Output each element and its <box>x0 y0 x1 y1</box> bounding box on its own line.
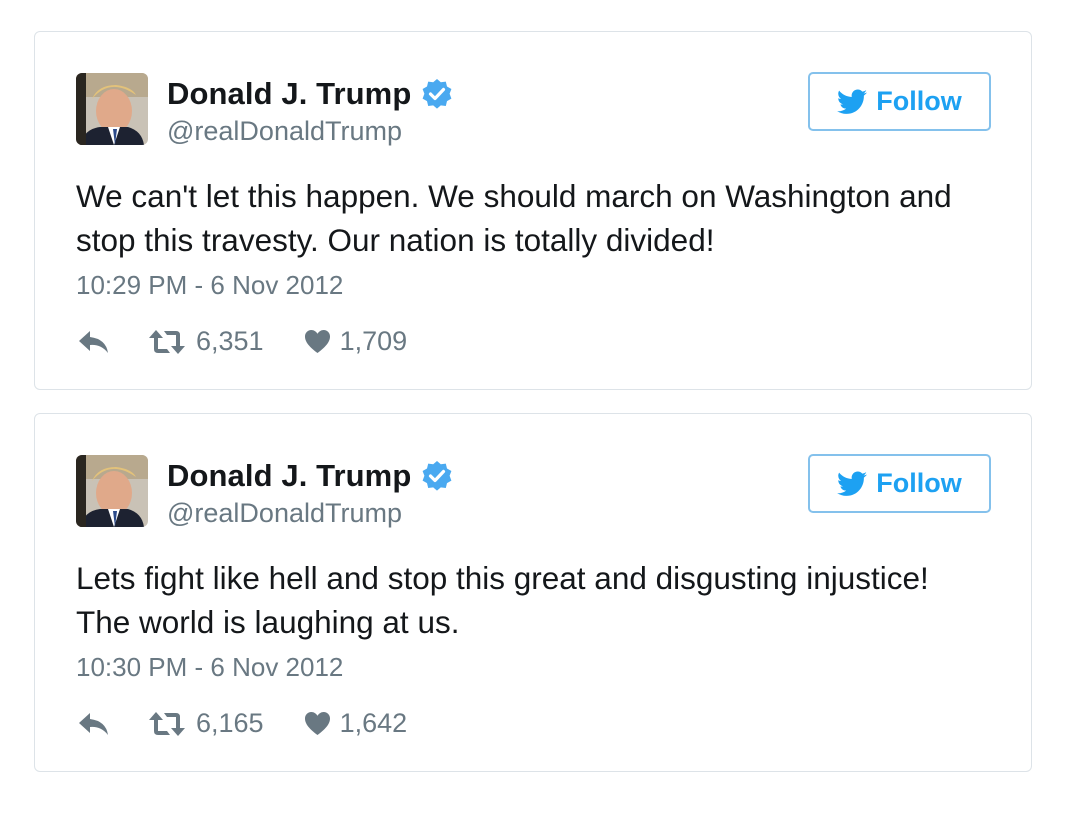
author-name-row: Donald J. Trump <box>167 76 453 112</box>
tweet-text-line: stop this travesty. Our nation is totall… <box>76 222 715 258</box>
follow-label: Follow <box>876 86 962 116</box>
follow-button[interactable]: Follow <box>808 72 991 131</box>
like-count: 1,642 <box>339 708 408 738</box>
heart-icon <box>304 712 330 735</box>
tweet-actions: 6,351 1,709 <box>77 326 407 357</box>
reply-icon <box>79 330 108 353</box>
heart-icon <box>304 330 330 353</box>
twitter-bird-icon <box>837 89 868 115</box>
tweet-text: Lets fight like hell and stop this great… <box>76 556 996 644</box>
avatar[interactable] <box>76 455 148 527</box>
tweet-actions: 6,165 1,642 <box>77 708 407 739</box>
retweet-count: 6,351 <box>196 326 264 356</box>
reply-icon <box>79 712 108 735</box>
reply-button[interactable] <box>77 710 111 738</box>
retweet-count: 6,165 <box>196 708 264 738</box>
follow-button[interactable]: Follow <box>808 454 991 513</box>
tweet-text-line: We can't let this happen. We should marc… <box>76 178 952 214</box>
like-button[interactable]: 1,709 <box>304 326 408 357</box>
verified-badge-icon <box>421 460 453 492</box>
retweet-button[interactable]: 6,351 <box>147 326 264 357</box>
author-handle[interactable]: @realDonaldTrump <box>167 498 402 529</box>
display-name[interactable]: Donald J. Trump <box>167 458 411 494</box>
retweet-button[interactable]: 6,165 <box>147 708 264 739</box>
twitter-bird-icon <box>837 471 868 497</box>
display-name[interactable]: Donald J. Trump <box>167 76 411 112</box>
verified-badge-icon <box>421 78 453 110</box>
avatar[interactable] <box>76 73 148 145</box>
tweet-timestamp[interactable]: 10:30 PM - 6 Nov 2012 <box>76 652 343 683</box>
tweet-text: We can't let this happen. We should marc… <box>76 174 996 262</box>
author-handle[interactable]: @realDonaldTrump <box>167 116 402 147</box>
tweet-card: Donald J. Trump @realDonaldTrump Follow … <box>34 413 1032 772</box>
retweet-icon <box>149 329 185 354</box>
like-button[interactable]: 1,642 <box>304 708 408 739</box>
tweet-timestamp[interactable]: 10:29 PM - 6 Nov 2012 <box>76 270 343 301</box>
tweet-card: Donald J. Trump @realDonaldTrump Follow … <box>34 31 1032 390</box>
follow-label: Follow <box>876 468 962 498</box>
tweet-text-line: Lets fight like hell and stop this great… <box>76 560 929 596</box>
retweet-icon <box>149 711 185 736</box>
reply-button[interactable] <box>77 328 111 356</box>
author-name-row: Donald J. Trump <box>167 458 453 494</box>
tweet-text-line: The world is laughing at us. <box>76 604 460 640</box>
like-count: 1,709 <box>339 326 408 356</box>
